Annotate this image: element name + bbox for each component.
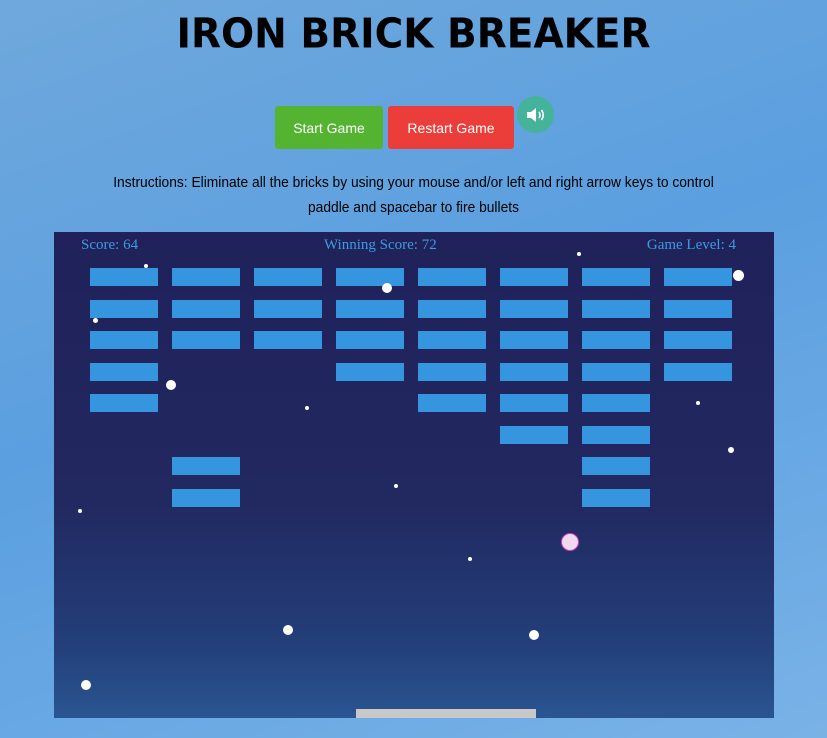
brick <box>582 268 650 286</box>
winning-score-display: Winning Score: 72 <box>324 237 437 253</box>
brick <box>500 268 568 286</box>
sound-toggle-button[interactable] <box>517 96 554 133</box>
star <box>78 509 82 513</box>
star <box>394 484 398 488</box>
brick <box>418 268 486 286</box>
brick <box>336 300 404 318</box>
brick <box>90 300 158 318</box>
brick <box>418 331 486 349</box>
brick <box>336 363 404 381</box>
brick <box>336 268 404 286</box>
brick <box>582 489 650 507</box>
star <box>577 252 581 256</box>
brick <box>90 363 158 381</box>
brick <box>664 363 732 381</box>
brick <box>254 331 322 349</box>
brick <box>90 268 158 286</box>
brick <box>664 268 732 286</box>
brick <box>172 331 240 349</box>
brick <box>90 331 158 349</box>
game-level-display: Game Level: 4 <box>646 237 736 253</box>
brick <box>500 300 568 318</box>
brick <box>582 363 650 381</box>
brick <box>172 268 240 286</box>
brick <box>500 394 568 412</box>
brick <box>500 331 568 349</box>
brick <box>90 394 158 412</box>
game-canvas[interactable]: Score: 64 Winning Score: 72 Game Level: … <box>54 232 774 718</box>
brick <box>172 300 240 318</box>
star <box>305 406 309 410</box>
star <box>144 264 148 268</box>
brick <box>172 457 240 475</box>
brick <box>172 489 240 507</box>
star <box>696 401 700 405</box>
brick <box>582 300 650 318</box>
ball <box>561 533 579 551</box>
brick <box>418 300 486 318</box>
speaker-sound-on-icon <box>526 107 544 122</box>
instructions-text: Instructions: Eliminate all the bricks b… <box>113 174 714 216</box>
star <box>468 557 472 561</box>
brick <box>336 331 404 349</box>
star <box>283 625 293 635</box>
star <box>728 447 734 453</box>
game-title: IRON BRICK BREAKER <box>176 10 651 59</box>
brick <box>254 300 322 318</box>
brick <box>418 363 486 381</box>
brick <box>500 426 568 444</box>
brick <box>582 457 650 475</box>
brick <box>254 268 322 286</box>
brick <box>664 331 732 349</box>
brick <box>582 426 650 444</box>
star <box>733 270 744 281</box>
brick <box>664 300 732 318</box>
star <box>529 630 539 640</box>
star <box>382 283 392 293</box>
star <box>166 380 176 390</box>
paddle[interactable] <box>356 709 536 718</box>
restart-game-button[interactable]: Restart Game <box>388 106 514 149</box>
score-display: Score: 64 <box>81 237 139 253</box>
star <box>93 318 98 323</box>
brick <box>582 331 650 349</box>
brick <box>500 363 568 381</box>
start-game-button[interactable]: Start Game <box>275 106 383 149</box>
brick <box>582 394 650 412</box>
star <box>81 680 91 690</box>
brick <box>418 394 486 412</box>
